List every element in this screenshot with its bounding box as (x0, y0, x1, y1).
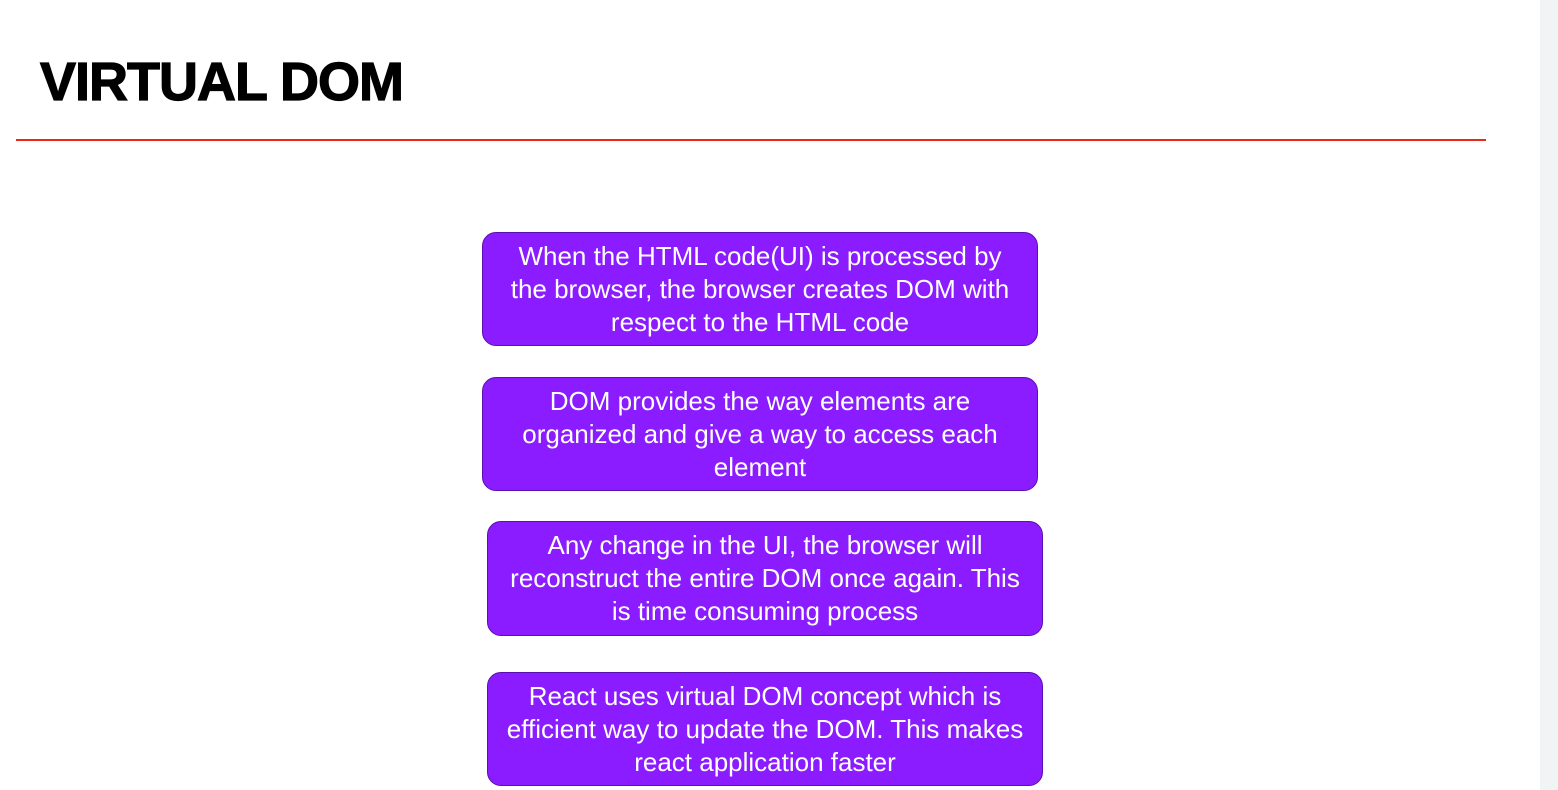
info-box-browser-creates-dom: When the HTML code(UI) is processed by t… (482, 232, 1038, 346)
info-box-dom-reconstruction: Any change in the UI, the browser will r… (487, 521, 1043, 636)
info-box-text: React uses virtual DOM concept which is … (506, 680, 1024, 777)
info-box-text: When the HTML code(UI) is processed by t… (510, 240, 1010, 337)
vertical-scrollbar[interactable] (1540, 0, 1558, 790)
info-box-text: Any change in the UI, the browser will r… (510, 530, 1020, 626)
info-box-dom-organization: DOM provides the way elements are organi… (482, 377, 1038, 491)
info-box-react-virtual-dom: React uses virtual DOM concept which is … (487, 672, 1043, 786)
info-box-text: DOM provides the way elements are organi… (522, 385, 998, 482)
title-divider (16, 139, 1486, 141)
slide-title: VIRTUAL DOM (39, 51, 404, 112)
slide: VIRTUAL DOM When the HTML code(UI) is pr… (0, 0, 1540, 790)
